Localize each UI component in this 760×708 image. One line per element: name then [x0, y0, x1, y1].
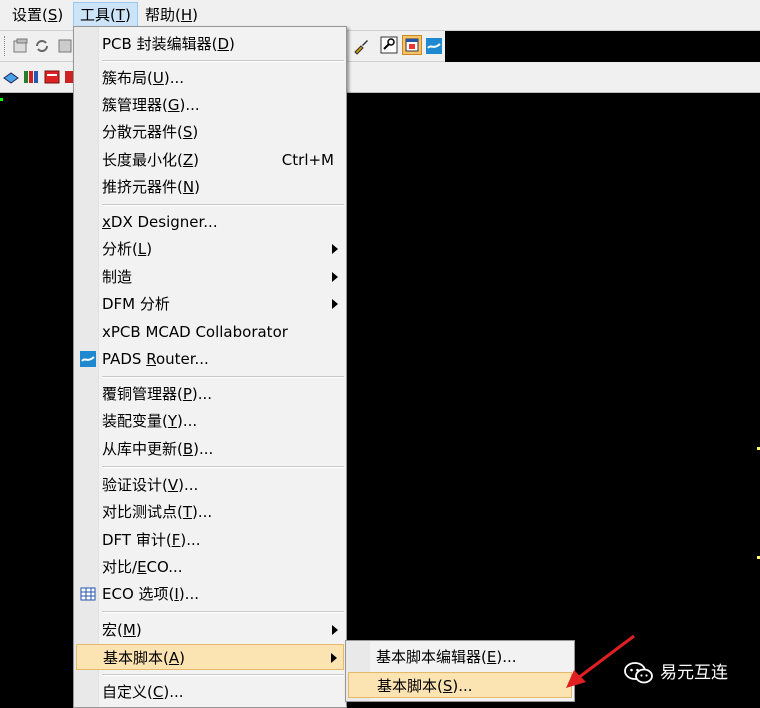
menu-separator — [102, 674, 344, 676]
menu-item-cluster-placement[interactable]: 簇布局(U)... — [76, 65, 344, 91]
submenu-arrow-icon — [332, 625, 338, 635]
menu-item-dft-audit[interactable]: DFT 审计(F)... — [76, 527, 344, 553]
submenu-item-basic-scripts[interactable]: 基本脚本(S)... — [348, 672, 572, 698]
shortcut-label: Ctrl+M — [281, 151, 334, 169]
router-icon[interactable] — [425, 37, 443, 55]
watermark-text: 易元互连 — [660, 663, 728, 683]
report-icon[interactable] — [43, 68, 61, 86]
router-icon — [80, 351, 96, 367]
origin-marker — [0, 98, 3, 101]
submenu-arrow-icon — [332, 244, 338, 254]
menu-item-pads-router[interactable]: PADS Router... — [76, 346, 344, 372]
layer-icon[interactable] — [2, 68, 20, 86]
view-icon[interactable] — [56, 37, 74, 55]
menu-help[interactable]: 帮助(H) — [139, 3, 204, 27]
submenu-arrow-icon — [332, 299, 338, 309]
menu-item-macro[interactable]: 宏(M) — [76, 617, 344, 643]
menu-item-pcb-decal-editor[interactable]: PCB 封装编辑器(D) — [76, 31, 344, 57]
menu-item-analysis[interactable]: 分析(L) — [76, 236, 344, 262]
menu-item-xpcb-mcad[interactable]: xPCB MCAD Collaborator — [76, 319, 344, 345]
grid-table-icon — [80, 587, 96, 601]
library-icon[interactable] — [22, 68, 40, 86]
menu-item-compare-test-points[interactable]: 对比测试点(T)... — [76, 499, 344, 525]
submenu-arrow-icon — [332, 272, 338, 282]
menu-item-manufacturing[interactable]: 制造 — [76, 264, 344, 290]
menu-separator — [102, 60, 344, 62]
menu-item-basic-script[interactable]: 基本脚本(A) — [76, 644, 344, 670]
menu-item-customize[interactable]: 自定义(C)... — [76, 679, 344, 705]
menu-item-push-components[interactable]: 推挤元器件(N) — [76, 174, 344, 200]
menu-item-compare-eco[interactable]: 对比/ECO... — [76, 554, 344, 580]
zoom-window-icon[interactable] — [380, 36, 398, 54]
toolbar-grip[interactable] — [4, 36, 8, 56]
wechat-icon — [624, 662, 653, 684]
menu-item-disperse-components[interactable]: 分散元器件(S) — [76, 119, 344, 145]
menu-separator — [102, 376, 344, 378]
menu-item-assembly-variants[interactable]: 装配变量(Y)... — [76, 408, 344, 434]
submenu-item-basic-script-editor[interactable]: 基本脚本编辑器(E)... — [348, 644, 572, 670]
menu-item-dfm-analysis[interactable]: DFM 分析 — [76, 291, 344, 317]
menu-item-verify-design[interactable]: 验证设计(V)... — [76, 472, 344, 498]
properties-icon[interactable] — [12, 37, 30, 55]
basic-script-submenu: 基本脚本编辑器(E)... 基本脚本(S)... — [345, 640, 575, 702]
menu-item-update-from-library[interactable]: 从库中更新(B)... — [76, 436, 344, 462]
menu-separator — [102, 204, 344, 206]
menu-separator — [102, 611, 344, 613]
menu-item-xdx-designer[interactable]: xDX Designer... — [76, 209, 344, 235]
menu-item-length-minimize[interactable]: 长度最小化(Z) Ctrl+M — [76, 147, 344, 173]
tools-dropdown-menu: PCB 封装编辑器(D) 簇布局(U)... 簇管理器(G)... 分散元器件(… — [73, 26, 347, 708]
active-tool-icon[interactable] — [402, 35, 422, 55]
menu-separator — [102, 466, 344, 468]
refresh-icon[interactable] — [33, 37, 51, 55]
menu-tools[interactable]: 工具(T) — [73, 2, 138, 28]
brush-icon[interactable] — [352, 37, 370, 55]
menu-settings[interactable]: 设置(S) — [6, 3, 69, 27]
menu-item-eco-options[interactable]: ECO 选项(I)... — [76, 581, 344, 607]
menu-item-pour-manager[interactable]: 覆铜管理器(P)... — [76, 381, 344, 407]
menu-item-cluster-manager[interactable]: 簇管理器(G)... — [76, 92, 344, 118]
submenu-arrow-icon — [331, 653, 337, 663]
